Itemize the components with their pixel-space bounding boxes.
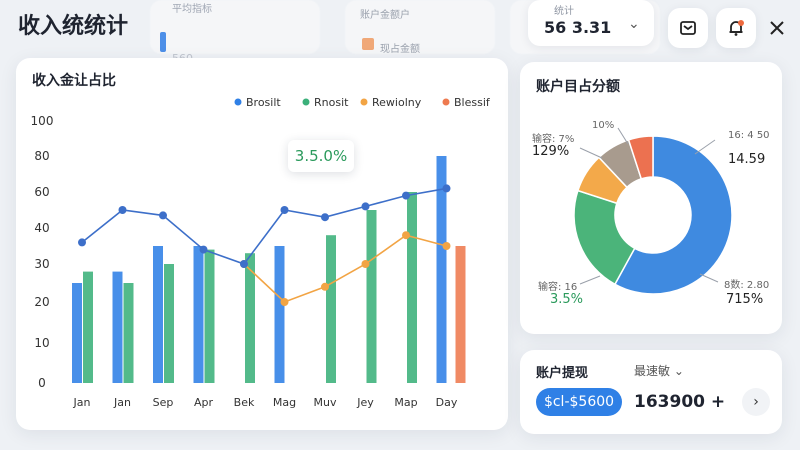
series-blue-point bbox=[442, 184, 451, 193]
legend-marker bbox=[442, 98, 450, 106]
series-orange-point bbox=[361, 260, 370, 268]
series-blue-point bbox=[78, 238, 86, 247]
chevron-down-icon: ⌄ bbox=[628, 16, 640, 32]
withdraw-amount: 163900 + bbox=[634, 392, 726, 412]
x-tick-label: Bek bbox=[234, 396, 255, 409]
legend-label: Brosilt bbox=[246, 96, 281, 109]
withdraw-title: 账户提现 bbox=[536, 366, 589, 381]
bar bbox=[193, 246, 204, 383]
series-blue-point bbox=[240, 260, 248, 268]
series-blue-point bbox=[402, 191, 410, 200]
series-orange-point bbox=[280, 298, 289, 306]
bar bbox=[326, 235, 336, 383]
export-icon bbox=[680, 21, 696, 35]
series-orange-point bbox=[402, 231, 410, 240]
bg-label-2: 账户金额户 bbox=[360, 10, 410, 21]
period-value: 56 3.31 bbox=[544, 18, 612, 37]
series-orange-point bbox=[442, 242, 451, 250]
y-tick-label: 20 bbox=[34, 295, 49, 309]
tooltip-value: 3.5.0% bbox=[294, 147, 348, 165]
legend-marker bbox=[234, 98, 242, 106]
series-blue-point bbox=[118, 206, 127, 214]
x-tick-label: Mag bbox=[273, 396, 296, 409]
bg-label-3: 现占金额 bbox=[380, 44, 420, 55]
bg-square bbox=[362, 38, 374, 50]
distribution-card: 账户目占分额 输容: 7% 129% 10% 16: 4 50 14.59 输容… bbox=[520, 62, 782, 334]
chevron-down-icon: ⌄ bbox=[673, 364, 684, 378]
y-tick-label: 30 bbox=[34, 257, 49, 271]
x-tick-label: Jan bbox=[73, 396, 91, 409]
series-blue-point bbox=[321, 213, 329, 222]
y-tick-label: 60 bbox=[34, 185, 49, 199]
x-tick-label: Day bbox=[436, 396, 458, 409]
x-tick-label: Muv bbox=[314, 396, 337, 409]
x-tick-label: Map bbox=[394, 396, 417, 409]
leader-line bbox=[699, 273, 719, 283]
legend-marker bbox=[302, 98, 310, 106]
donut-label-value: 129% bbox=[532, 144, 570, 159]
bar bbox=[83, 271, 93, 383]
leader-line bbox=[579, 275, 601, 285]
bar bbox=[123, 283, 134, 383]
series-orange-point bbox=[321, 282, 329, 291]
donut-label-value: 3.5% bbox=[550, 292, 584, 307]
bar bbox=[153, 246, 163, 383]
withdraw-pill-button[interactable]: $cl-$5600 bbox=[536, 388, 622, 416]
legend-label: Rewiolny bbox=[372, 96, 422, 109]
bar bbox=[112, 271, 123, 383]
donut-label-name: 16: 4 50 bbox=[728, 130, 770, 141]
bar bbox=[72, 283, 82, 383]
bar bbox=[366, 210, 377, 383]
income-chart: 0 10 20 30 40 60 80 100 Jan Jan Sep Apr Bek Mag Muv Jey… bbox=[31, 96, 491, 409]
bar bbox=[164, 264, 174, 383]
y-tick-label: 0 bbox=[38, 376, 46, 390]
leader-line bbox=[694, 139, 716, 155]
bg-label-1: 平均指标 bbox=[172, 4, 212, 15]
period-label: 统计 bbox=[554, 6, 574, 17]
y-tick-label: 80 bbox=[34, 149, 49, 163]
legend-label: Rnosit bbox=[314, 96, 349, 109]
donut-label-value: 10% bbox=[592, 120, 615, 131]
bar bbox=[455, 246, 466, 383]
y-tick-label: 10 bbox=[34, 336, 49, 350]
series-blue-point bbox=[361, 202, 370, 211]
withdraw-filter-label: 最速敏 bbox=[634, 364, 671, 378]
next-button[interactable]: › bbox=[742, 388, 770, 416]
legend-label: Blessif bbox=[454, 96, 491, 109]
leader-line bbox=[579, 147, 603, 159]
series-blue-point bbox=[199, 245, 208, 254]
bar bbox=[274, 246, 285, 383]
donut-label-name: 输容: 16 bbox=[538, 282, 578, 293]
withdraw-filter[interactable]: 最速敏 ⌄ bbox=[634, 362, 684, 379]
bg-bar bbox=[160, 32, 166, 52]
bar bbox=[407, 192, 417, 383]
donut-label-value: 14.59 bbox=[728, 152, 766, 167]
chevron-right-icon: › bbox=[753, 394, 759, 410]
series-blue-point bbox=[280, 206, 289, 214]
chart-tooltip: 3.5.0% bbox=[288, 140, 354, 172]
page-title: 收入统统计 bbox=[18, 14, 129, 39]
y-tick-label: 100 bbox=[31, 114, 54, 128]
income-chart-card: 收入金让占比 0 10 20 30 40 60 80 100 Jan Jan Sep Apr Bek Ma… bbox=[16, 58, 508, 430]
legend-marker bbox=[360, 98, 368, 106]
x-tick-label: Jan bbox=[113, 396, 131, 409]
x-tick-label: Sep bbox=[153, 396, 174, 409]
x-tick-label: Apr bbox=[194, 396, 214, 409]
series-blue-point bbox=[159, 211, 167, 220]
alert-button[interactable] bbox=[716, 8, 756, 48]
close-icon bbox=[770, 21, 784, 35]
series-blue-line bbox=[81, 187, 447, 265]
bar bbox=[204, 249, 215, 383]
withdraw-card: 账户提现 最速敏 ⌄ $cl-$5600 163900 + › bbox=[520, 350, 782, 434]
donut-label-name: 输容: 7% bbox=[532, 134, 575, 145]
donut-label-name: 8数: 2.80 bbox=[724, 280, 770, 291]
y-tick-label: 40 bbox=[34, 221, 49, 235]
export-button[interactable] bbox=[668, 8, 708, 48]
donut-label-value: 715% bbox=[726, 292, 764, 307]
close-button[interactable] bbox=[760, 8, 794, 48]
bell-icon bbox=[729, 20, 744, 36]
period-selector[interactable]: 统计 56 3.31 ⌄ bbox=[528, 0, 654, 46]
x-tick-label: Jey bbox=[356, 396, 374, 409]
